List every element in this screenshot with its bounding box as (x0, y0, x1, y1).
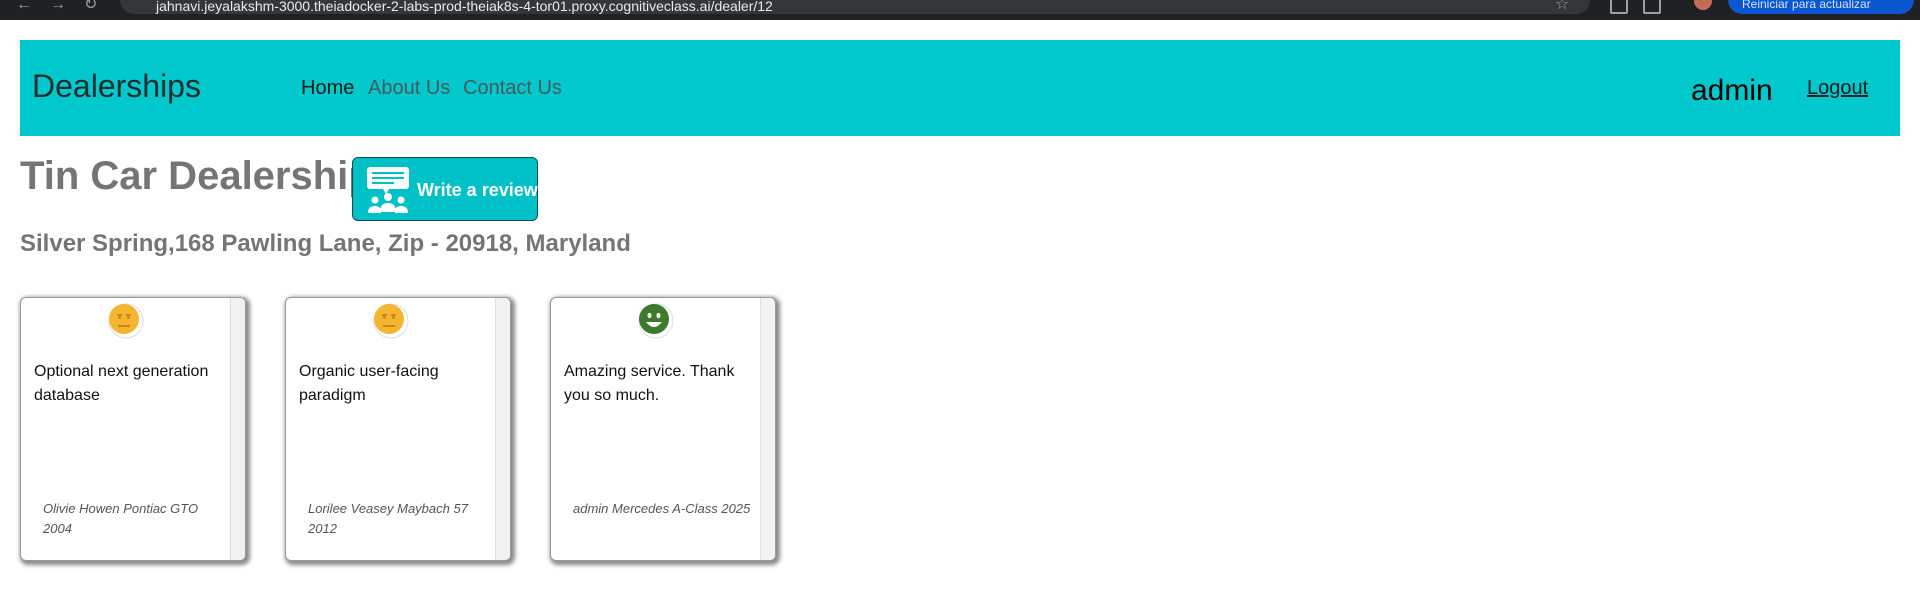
card-scrollbar[interactable] (495, 298, 510, 560)
brand-title[interactable]: Dealerships (32, 68, 201, 105)
address-bar[interactable]: jahnavi.jeyalakshm-3000.theiadocker-2-la… (120, 0, 1590, 14)
update-button[interactable]: Reiniciar para actualizar (1728, 0, 1914, 14)
reviewer-info: Lorilee Veasey Maybach 57 2012 (308, 501, 468, 536)
profile-avatar-icon[interactable] (1694, 0, 1712, 10)
card-scrollbar[interactable] (230, 298, 245, 560)
url-text: jahnavi.jeyalakshm-3000.theiadocker-2-la… (156, 0, 773, 14)
browser-nav-icons[interactable]: ←→↻ (16, 0, 115, 14)
smiley-face-icon (638, 303, 674, 339)
dealer-address: Silver Spring,168 Pawling Lane, Zip - 20… (20, 230, 631, 257)
bookmark-star-icon[interactable]: ☆ (1555, 0, 1569, 14)
review-card: Organic user-facing paradigm Lorilee Vea… (285, 297, 511, 561)
update-label: Reiniciar para actualizar (1742, 0, 1871, 11)
extension-icon[interactable] (1610, 0, 1628, 14)
nav-link-about[interactable]: About Us (368, 77, 450, 100)
review-card: Optional next generation database Olivie… (20, 297, 246, 561)
review-text: Optional next generation database (34, 363, 209, 404)
nav-link-home[interactable]: Home (301, 77, 354, 100)
neutral-face-icon (373, 303, 409, 339)
write-review-label: Write a review (417, 180, 538, 200)
page-top-spacing (0, 20, 1920, 40)
reviewer-info: admin Mercedes A-Class 2025 (573, 501, 751, 516)
username: admin (1691, 74, 1773, 107)
write-review-button[interactable]: Write a review (352, 157, 538, 221)
logout-link[interactable]: Logout (1807, 77, 1868, 100)
dealer-name: Tin Car Dealership (20, 154, 373, 198)
browser-toolbar: ←→↻ jahnavi.jeyalakshm-3000.theiadocker-… (0, 0, 1920, 20)
review-text: Organic user-facing paradigm (299, 363, 439, 404)
navbar: Dealerships Home About Us Contact Us adm… (20, 40, 1900, 136)
nav-link-contact[interactable]: Contact Us (463, 77, 562, 100)
review-text: Amazing service. Thank you so much. (564, 363, 735, 404)
tab-search-icon[interactable] (1643, 0, 1661, 14)
reviewer-info: Olivie Howen Pontiac GTO 2004 (43, 501, 199, 536)
card-scrollbar[interactable] (760, 298, 775, 560)
review-card: Amazing service. Thank you so much. admi… (550, 297, 776, 561)
review-people-icon (367, 167, 409, 213)
neutral-face-icon (108, 303, 144, 339)
